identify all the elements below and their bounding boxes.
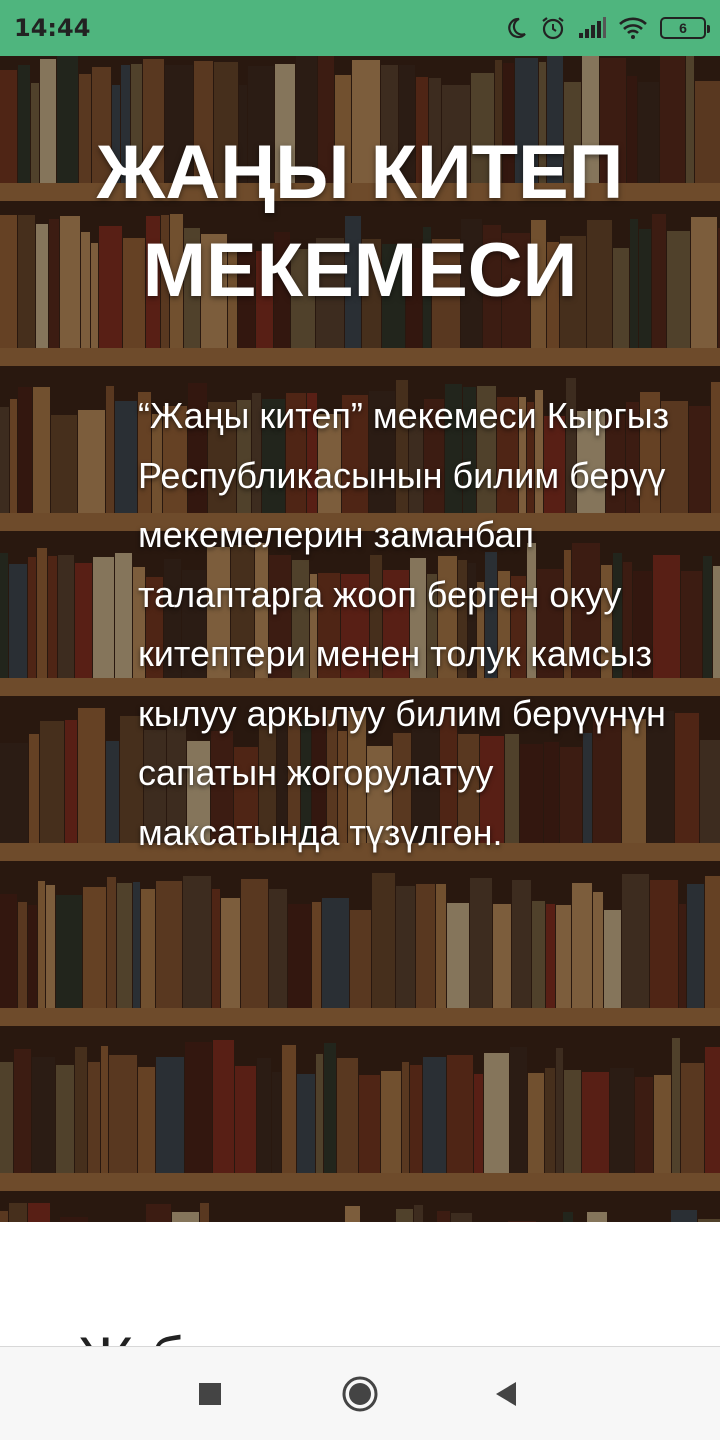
section-heading: Ж б bbox=[78, 1324, 184, 1346]
home-circle-icon bbox=[342, 1376, 378, 1412]
signal-icon bbox=[579, 17, 606, 38]
battery-icon: 6 bbox=[660, 17, 710, 39]
status-bar: 14:44 6 bbox=[0, 0, 720, 56]
content-section: Ж б bbox=[0, 1222, 720, 1346]
status-icons: 6 bbox=[504, 15, 710, 41]
navigation-bar bbox=[0, 1346, 720, 1440]
wifi-icon bbox=[619, 17, 647, 39]
home-button[interactable] bbox=[315, 1347, 405, 1441]
hero-description: “Жаңы китеп” мекемеси Кыргыз Республикас… bbox=[138, 395, 670, 853]
back-button[interactable] bbox=[461, 1347, 551, 1441]
back-triangle-icon bbox=[496, 1382, 516, 1406]
title-line-1: ЖАҢЫ КИТЕП bbox=[96, 130, 624, 215]
page-title: ЖАҢЫ КИТЕП МЕКЕМЕСИ bbox=[0, 124, 720, 320]
title-line-2: МЕКЕМЕСИ bbox=[142, 228, 578, 313]
alarm-icon bbox=[542, 17, 564, 40]
moon-icon bbox=[508, 17, 526, 39]
square-icon bbox=[199, 1383, 221, 1405]
battery-level: 6 bbox=[679, 20, 687, 36]
recents-button[interactable] bbox=[165, 1347, 255, 1441]
status-time: 14:44 bbox=[14, 14, 91, 42]
hero-banner: ЖАҢЫ КИТЕП МЕКЕМЕСИ “Жаңы китеп” мекемес… bbox=[0, 56, 720, 1222]
